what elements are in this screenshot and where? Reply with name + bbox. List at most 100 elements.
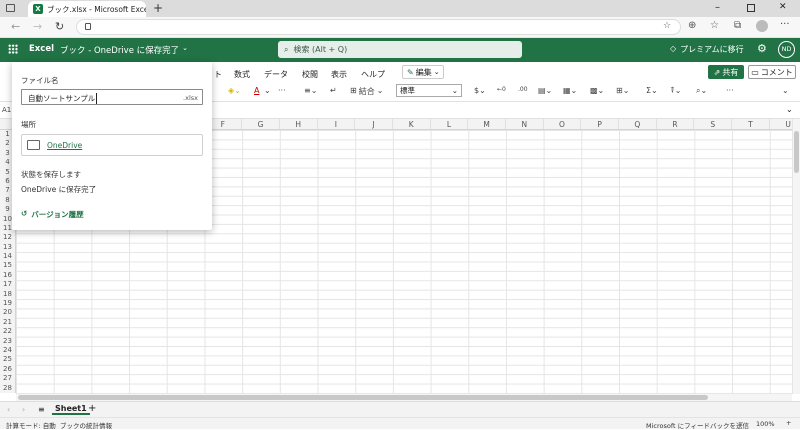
- row-header[interactable]: 15: [0, 261, 15, 270]
- column-header[interactable]: L: [431, 119, 469, 129]
- row-header[interactable]: 22: [0, 327, 15, 336]
- back-icon[interactable]: ←: [11, 20, 20, 33]
- zoom-in-icon[interactable]: +: [786, 419, 791, 427]
- column-header[interactable]: P: [581, 119, 619, 129]
- tab-review[interactable]: 校閲: [302, 69, 318, 80]
- minimize-icon[interactable]: –: [715, 2, 720, 13]
- tab-help[interactable]: ヘルプ: [361, 69, 385, 80]
- column-header[interactable]: N: [506, 119, 544, 129]
- next-sheet-icon[interactable]: ›: [22, 405, 25, 414]
- edit-mode-dropdown[interactable]: ✎ 編集 ⌄: [402, 65, 444, 79]
- currency-icon[interactable]: $⌄: [474, 86, 486, 95]
- more-font-icon[interactable]: ···: [278, 86, 286, 95]
- row-header[interactable]: 14: [0, 252, 15, 261]
- merge-button[interactable]: ⊞ 結合 ⌄: [350, 86, 383, 97]
- column-header[interactable]: G: [242, 119, 280, 129]
- row-header[interactable]: 20: [0, 308, 15, 317]
- add-sheet-icon[interactable]: +: [88, 403, 96, 414]
- settings-gear-icon[interactable]: ⚙: [757, 42, 767, 55]
- app-launcher-icon[interactable]: [8, 44, 18, 54]
- number-format-dropdown[interactable]: 標準 ⌄: [396, 84, 462, 97]
- autosum-icon[interactable]: Σ⌄: [646, 86, 658, 95]
- row-header[interactable]: 25: [0, 355, 15, 364]
- location-box[interactable]: OneDrive: [21, 134, 203, 156]
- maximize-icon[interactable]: [747, 4, 755, 12]
- app-name[interactable]: Excel: [29, 44, 54, 54]
- filename-input[interactable]: 自動ソートサンプル .xlsx: [21, 89, 203, 105]
- column-header[interactable]: I: [318, 119, 356, 129]
- row-header[interactable]: 21: [0, 318, 15, 327]
- row-header[interactable]: 19: [0, 299, 15, 308]
- row-header[interactable]: 17: [0, 280, 15, 289]
- row-header[interactable]: 26: [0, 365, 15, 374]
- align-icon[interactable]: ≡⌄: [304, 86, 317, 95]
- search-box[interactable]: ⌕ 検索 (Alt + Q): [278, 41, 522, 58]
- sheet-tab-sheet1[interactable]: Sheet1: [52, 404, 90, 415]
- row-header[interactable]: 13: [0, 243, 15, 252]
- refresh-icon[interactable]: ↻: [55, 20, 64, 33]
- all-sheets-icon[interactable]: ≡: [38, 405, 45, 414]
- onedrive-link[interactable]: OneDrive: [47, 141, 82, 150]
- horizontal-scrollbar[interactable]: [16, 394, 792, 401]
- column-header[interactable]: O: [544, 119, 582, 129]
- name-box[interactable]: A1: [2, 106, 11, 114]
- conditional-format-icon[interactable]: ▤⌄: [538, 86, 552, 95]
- column-header[interactable]: Q: [619, 119, 657, 129]
- tab-formulas[interactable]: 数式: [234, 69, 250, 80]
- column-header[interactable]: H: [280, 119, 318, 129]
- zoom-out-icon[interactable]: −: [738, 419, 743, 427]
- row-header[interactable]: 18: [0, 290, 15, 299]
- row-header[interactable]: 23: [0, 337, 15, 346]
- avatar[interactable]: ND: [778, 41, 795, 58]
- ribbon-expand-icon[interactable]: ⌄: [782, 86, 789, 95]
- row-header[interactable]: 16: [0, 271, 15, 280]
- premium-button[interactable]: ◇ プレミアムに移行: [670, 44, 744, 55]
- comment-button[interactable]: ▭ コメント: [748, 65, 796, 79]
- url-input[interactable]: ☆: [76, 19, 681, 35]
- new-tab-icon[interactable]: +: [153, 1, 163, 15]
- tab-data[interactable]: データ: [264, 69, 288, 80]
- profile-icon[interactable]: [756, 20, 768, 32]
- insert-cells-icon[interactable]: ⊞⌄: [616, 86, 629, 95]
- scroll-thumb[interactable]: [18, 395, 708, 400]
- find-icon[interactable]: ⌕⌄: [696, 86, 707, 96]
- tab-partial[interactable]: ト: [214, 69, 222, 80]
- column-header[interactable]: M: [468, 119, 506, 129]
- sort-filter-icon[interactable]: ⍒⌄: [670, 86, 682, 96]
- row-header[interactable]: 24: [0, 346, 15, 355]
- row-header[interactable]: 27: [0, 374, 15, 383]
- tab-actions-icon[interactable]: [6, 4, 15, 12]
- share-button[interactable]: ⇗ 共有: [708, 65, 744, 79]
- font-color-dropdown-icon[interactable]: ⌄: [264, 86, 271, 95]
- browser-tab[interactable]: X ブック.xlsx - Microsoft Excel Online ✕: [28, 1, 146, 17]
- zoom-level[interactable]: 100%: [756, 420, 775, 428]
- decrease-decimal-icon[interactable]: .00: [518, 86, 528, 93]
- column-header[interactable]: K: [393, 119, 431, 129]
- wrap-text-icon[interactable]: ↵: [330, 86, 337, 95]
- increase-decimal-icon[interactable]: ←0: [497, 86, 506, 93]
- favorites-icon[interactable]: ☆: [710, 20, 719, 31]
- favorite-star-icon[interactable]: ☆: [663, 21, 671, 31]
- version-history-button[interactable]: ↺ バージョン履歴: [21, 209, 84, 220]
- row-header[interactable]: 12: [0, 233, 15, 242]
- column-header[interactable]: T: [732, 119, 770, 129]
- prev-sheet-icon[interactable]: ‹: [7, 405, 10, 414]
- column-header[interactable]: R: [657, 119, 695, 129]
- extensions-icon[interactable]: ⊕: [688, 20, 696, 31]
- fill-color-icon[interactable]: ◈⌄: [228, 86, 241, 95]
- column-header[interactable]: J: [355, 119, 393, 129]
- format-table-icon[interactable]: ▦⌄: [563, 86, 577, 95]
- tab-view[interactable]: 表示: [331, 69, 347, 80]
- column-header[interactable]: S: [694, 119, 733, 129]
- row-header[interactable]: 28: [0, 384, 15, 393]
- formula-expand-icon[interactable]: ⌄: [786, 105, 793, 114]
- more-icon[interactable]: ···: [780, 19, 790, 30]
- close-window-icon[interactable]: ✕: [779, 2, 787, 12]
- more-options-icon[interactable]: ···: [726, 86, 734, 95]
- collections-icon[interactable]: ⧉: [734, 20, 741, 31]
- forward-icon[interactable]: →: [33, 20, 42, 33]
- scroll-thumb[interactable]: [794, 131, 799, 173]
- cell-styles-icon[interactable]: ▩⌄: [590, 86, 604, 95]
- font-color-icon[interactable]: A: [254, 86, 259, 95]
- doc-status-button[interactable]: ブック - OneDrive に保存完了 ⌄: [60, 44, 188, 56]
